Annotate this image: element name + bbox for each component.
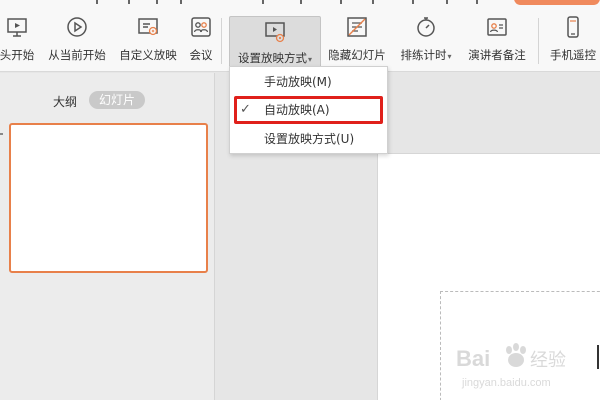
monitor-play-icon [4,14,30,40]
svg-text:Bai: Bai [456,346,490,371]
menu-item-manual-slideshow[interactable]: 手动放映(M) [230,70,389,94]
svg-text:jingyan.baidu.com: jingyan.baidu.com [461,377,551,389]
slide-navigation-pane: 大纲 幻灯片 [0,73,215,400]
tab-slides[interactable]: 幻灯片 [89,91,145,109]
play-circle-icon [64,14,90,40]
phone-remote-button[interactable]: 手机遥控 [546,14,600,68]
hide-slide-label: 隐藏幻灯片 [328,48,386,62]
ribbon-top-strip [0,0,600,8]
start-from-current-label: 从当前开始 [48,48,106,62]
menu-item-label: 设置放映方式(U) [264,132,355,146]
start-from-beginning-label: 头开始 [0,48,35,62]
phone-remote-label: 手机遥控 [550,48,596,62]
start-from-current-button[interactable]: 从当前开始 [46,14,108,68]
slideshow-settings-icon [262,19,288,45]
meeting-icon [188,14,214,40]
meeting-label: 会议 [189,48,213,62]
start-from-beginning-button[interactable]: 头开始 [0,14,38,68]
highlight-annotation-box [234,96,383,124]
stopwatch-icon [413,14,439,40]
chevron-down-icon: ▾ [307,55,312,64]
speaker-notes-icon [484,14,510,40]
toolbar-separator [221,18,222,64]
slideshow-settings-button[interactable]: 设置放映方式▾ [229,16,321,68]
rehearse-timing-button[interactable]: 排练计时▾ [396,14,456,68]
baidu-jingyan-watermark: Bai 经验 jingyan.baidu.com [452,338,600,398]
menu-item-label: 手动放映(M) [264,75,332,89]
toolbar-separator [538,18,539,64]
account-pill[interactable] [514,0,600,5]
meeting-button[interactable]: 会议 [186,14,216,68]
custom-slideshow-button[interactable]: 自定义放映 [117,14,179,68]
custom-slideshow-icon [135,14,161,40]
chevron-down-icon: ▾ [447,52,452,61]
hide-slide-button[interactable]: 隐藏幻灯片 [326,14,388,68]
speaker-notes-label: 演讲者备注 [468,48,526,62]
svg-text:经验: 经验 [530,350,566,371]
menu-item-slideshow-settings[interactable]: 设置放映方式(U) [230,127,389,151]
pane-edge-marker [0,133,3,135]
tab-outline[interactable]: 大纲 [53,93,77,110]
phone-remote-icon [560,14,586,40]
slideshow-settings-label: 设置放映方式 [237,51,307,65]
hide-slide-icon [344,14,370,40]
custom-slideshow-label: 自定义放映 [119,48,177,62]
rehearse-timing-label: 排练计时 [400,48,447,62]
speaker-notes-button[interactable]: 演讲者备注 [465,14,529,68]
slide-thumbnail[interactable] [9,123,208,273]
ribbon-toolbar: 头开始 从当前开始 自定义放映 会议 设置放映方式▾ 隐藏幻灯片 排练计时▾ 演… [0,0,600,72]
